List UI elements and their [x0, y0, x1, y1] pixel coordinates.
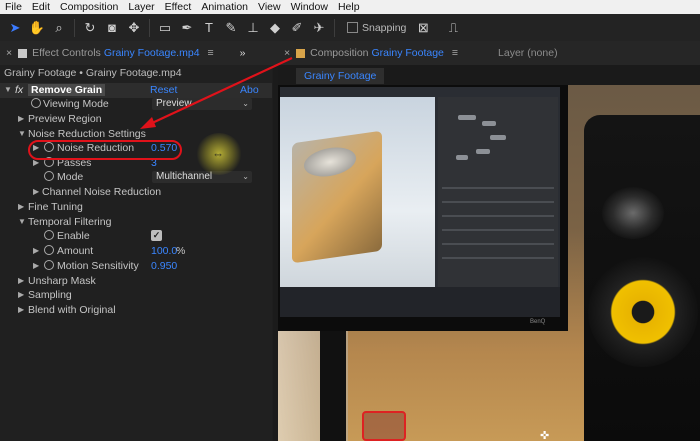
- arrow-head: [140, 117, 156, 129]
- annotation-arrow: [140, 57, 293, 129]
- arrow-shaft: [149, 57, 293, 125]
